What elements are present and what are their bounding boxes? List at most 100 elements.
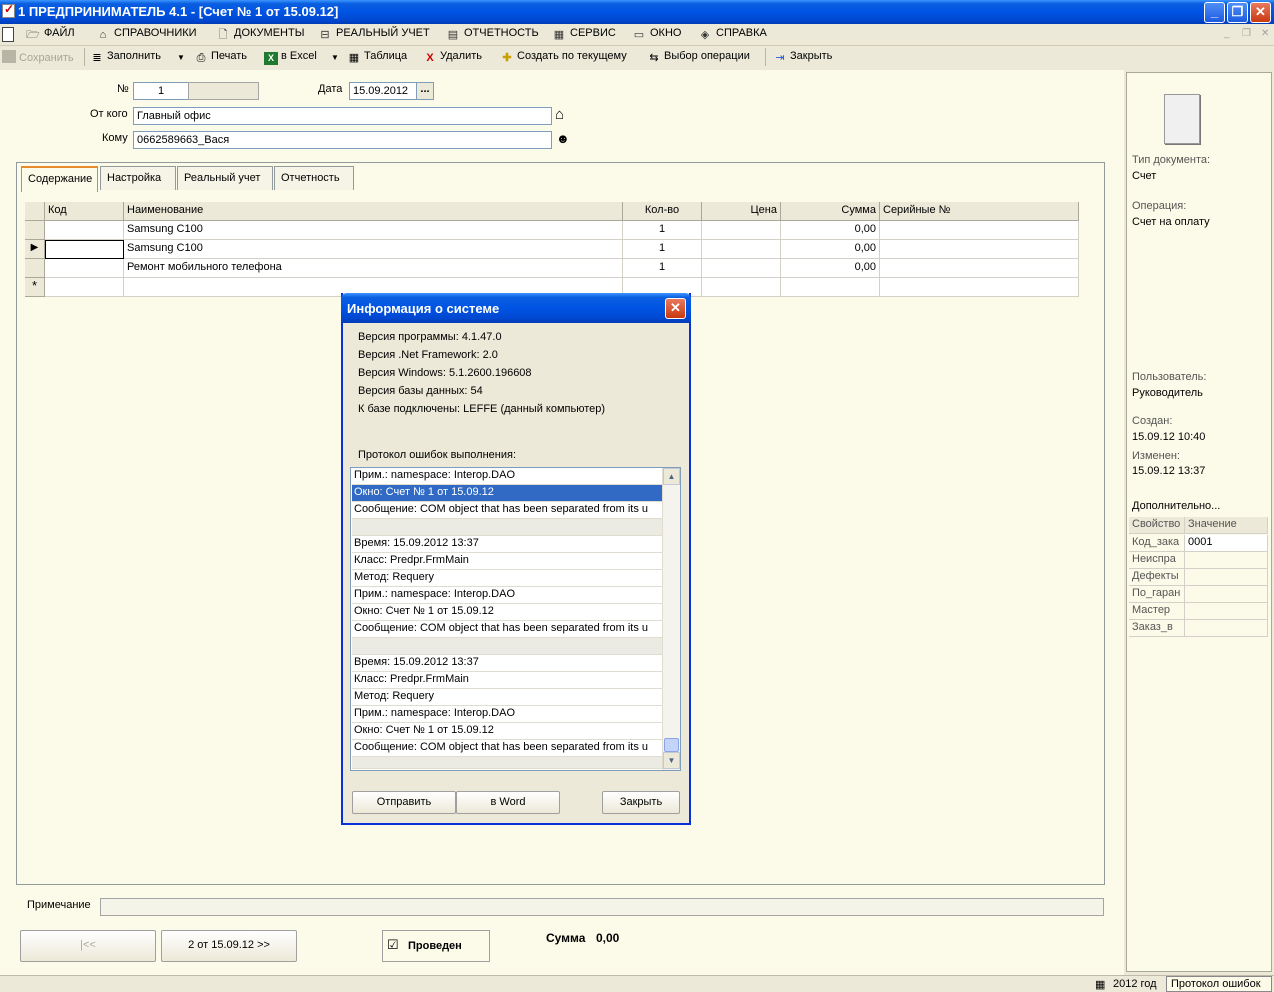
select-operation-button[interactable]: ⇆ Выбор операции	[647, 50, 749, 66]
table-cell-code[interactable]	[45, 240, 124, 259]
prop-value[interactable]	[1185, 620, 1268, 637]
print-button[interactable]: ⎙ Печать	[194, 50, 247, 66]
table-cell-sum[interactable]	[781, 278, 880, 297]
log-entry[interactable]: Сообщение: COM object that has been sepa…	[352, 502, 662, 519]
log-entry[interactable]: Класс: Predpr.FrmMain	[352, 553, 662, 570]
scroll-up-icon[interactable]: ▲	[663, 468, 680, 485]
log-entry[interactable]	[352, 519, 662, 536]
table-cell-serial[interactable]	[880, 278, 1079, 297]
to-field[interactable]: 0662589663_Вася	[133, 131, 552, 149]
prop-value[interactable]	[1185, 586, 1268, 603]
year-status[interactable]: 2012 год	[1113, 978, 1157, 990]
table-cell-code[interactable]	[45, 221, 124, 240]
close-window-button[interactable]: ✕	[1250, 2, 1271, 23]
log-entry[interactable]	[352, 757, 662, 769]
prop-value[interactable]: 0001	[1185, 535, 1268, 552]
fill-button[interactable]: ≣ Заполнить	[90, 50, 161, 66]
table-cell-price[interactable]	[702, 240, 781, 259]
first-document-button[interactable]: |<<	[20, 930, 156, 962]
create-from-current-button[interactable]: ✚ Создать по текущему	[500, 50, 626, 66]
log-entry[interactable]: Время: 15.09.2012 13:37	[352, 655, 662, 672]
scroll-thumb[interactable]	[664, 738, 679, 752]
save-button[interactable]: Сохранить	[2, 50, 74, 66]
date-field[interactable]: 15.09.2012	[349, 82, 417, 100]
menu-file[interactable]: 🗁 ФАЙЛ	[26, 27, 74, 43]
table-cell-name[interactable]: Ремонт мобильного телефона	[124, 259, 623, 278]
date-picker-button[interactable]: ...	[416, 82, 434, 100]
grid-header-price[interactable]: Цена	[702, 202, 781, 221]
menu-window[interactable]: ▭ ОКНО	[632, 27, 682, 43]
log-entry[interactable]: Прим.: namespace: Interop.DAO	[352, 587, 662, 604]
table-cell-serial[interactable]	[880, 259, 1079, 278]
menu-documents[interactable]: 🗋 ДОКУМЕНТЫ	[216, 27, 305, 43]
table-cell-sum[interactable]: 0,00	[781, 259, 880, 278]
log-entry[interactable]: Метод: Requery	[352, 689, 662, 706]
excel-button[interactable]: Xв Excel	[264, 50, 317, 66]
table-cell-code[interactable]	[45, 278, 124, 297]
row-selector[interactable]	[25, 259, 45, 278]
menu-real-accounting[interactable]: ⊟ РЕАЛЬНЫЙ УЧЕТ	[318, 27, 429, 43]
log-entry[interactable]: Метод: Requery	[352, 570, 662, 587]
contact-icon[interactable]: ☻	[556, 131, 570, 147]
new-document-icon[interactable]	[2, 27, 14, 42]
table-cell-serial[interactable]	[880, 240, 1079, 259]
mdi-close-icon[interactable]: ✕	[1261, 28, 1269, 39]
tab-real-accounting[interactable]: Реальный учет	[177, 166, 273, 190]
scroll-track[interactable]	[664, 486, 679, 738]
dialog-close-action-button[interactable]: Закрыть	[602, 791, 680, 814]
number-field[interactable]: 1	[133, 82, 189, 100]
log-entry[interactable]: Окно: Счет № 1 от 15.09.12	[352, 723, 662, 740]
log-entry[interactable]: Сообщение: COM object that has been sepa…	[352, 621, 662, 638]
log-entry[interactable]: Прим.: namespace: Interop.DAO	[352, 468, 662, 485]
log-entry[interactable]: Класс: Predpr.FrmMain	[352, 672, 662, 689]
posted-toggle[interactable]: ☑ Проведен	[382, 930, 490, 962]
table-cell-sum[interactable]: 0,00	[781, 240, 880, 259]
table-button[interactable]: ▦ Таблица	[347, 50, 407, 66]
table-cell-price[interactable]	[702, 278, 781, 297]
home-icon[interactable]: ⌂	[555, 106, 572, 123]
log-entry[interactable]: Время: 15.09.2012 13:37	[352, 536, 662, 553]
row-selector[interactable]	[25, 221, 45, 240]
log-entry[interactable]: Окно: Счет № 1 от 15.09.12	[352, 604, 662, 621]
scroll-down-icon[interactable]: ▼	[663, 752, 680, 769]
log-entry[interactable]: Прим.: namespace: Interop.DAO	[352, 706, 662, 723]
menu-help[interactable]: ◈ СПРАВКА	[698, 27, 767, 43]
log-entry[interactable]: Сообщение: COM object that has been sepa…	[352, 740, 662, 757]
app-icon[interactable]	[2, 2, 15, 18]
grid-header-sum[interactable]: Сумма	[781, 202, 880, 221]
mdi-minimize-icon[interactable]: _	[1224, 28, 1230, 39]
mdi-restore-icon[interactable]: ❐	[1242, 28, 1251, 39]
menu-service[interactable]: ▦ СЕРВИС	[552, 27, 616, 43]
dialog-close-button[interactable]: ✕	[665, 298, 686, 319]
table-cell-name[interactable]: Samsung C100	[124, 240, 623, 259]
grid-header-serial[interactable]: Серийные №	[880, 202, 1079, 221]
error-log-button[interactable]: Протокол ошибок	[1166, 976, 1272, 992]
tab-settings[interactable]: Настройка	[100, 166, 176, 190]
delete-button[interactable]: X Удалить	[423, 50, 482, 66]
log-entry[interactable]	[352, 638, 662, 655]
checkbox-icon[interactable]: ☑	[387, 937, 399, 953]
table-cell-code[interactable]	[45, 259, 124, 278]
fill-dropdown-icon[interactable]: ▼	[177, 53, 185, 69]
close-button[interactable]: ⇥ Закрыть	[773, 50, 832, 66]
send-button[interactable]: Отправить	[352, 791, 456, 814]
table-cell-serial[interactable]	[880, 221, 1079, 240]
grid-header-qty[interactable]: Кол-во	[623, 202, 702, 221]
next-document-button[interactable]: 2 от 15.09.12 >>	[161, 930, 297, 962]
menu-reports[interactable]: ▤ ОТЧЕТНОСТЬ	[446, 27, 539, 43]
note-field[interactable]	[100, 898, 1104, 916]
extra-link[interactable]: Дополнительно...	[1132, 500, 1220, 512]
prop-value[interactable]	[1185, 552, 1268, 569]
menu-directories[interactable]: ⌂ СПРАВОЧНИКИ	[96, 27, 197, 43]
table-cell-qty[interactable]: 1	[623, 240, 702, 259]
minimize-button[interactable]: _	[1204, 2, 1225, 23]
table-cell-qty[interactable]: 1	[623, 221, 702, 240]
excel-dropdown-icon[interactable]: ▼	[331, 53, 339, 69]
table-cell-qty[interactable]: 1	[623, 259, 702, 278]
restore-button[interactable]: ❐	[1227, 2, 1248, 23]
export-word-button[interactable]: в Word	[456, 791, 560, 814]
new-row-marker[interactable]: *	[25, 278, 45, 297]
table-cell-name[interactable]: Samsung C100	[124, 221, 623, 240]
tab-reports[interactable]: Отчетность	[274, 166, 354, 190]
grid-header-name[interactable]: Наименование	[124, 202, 623, 221]
